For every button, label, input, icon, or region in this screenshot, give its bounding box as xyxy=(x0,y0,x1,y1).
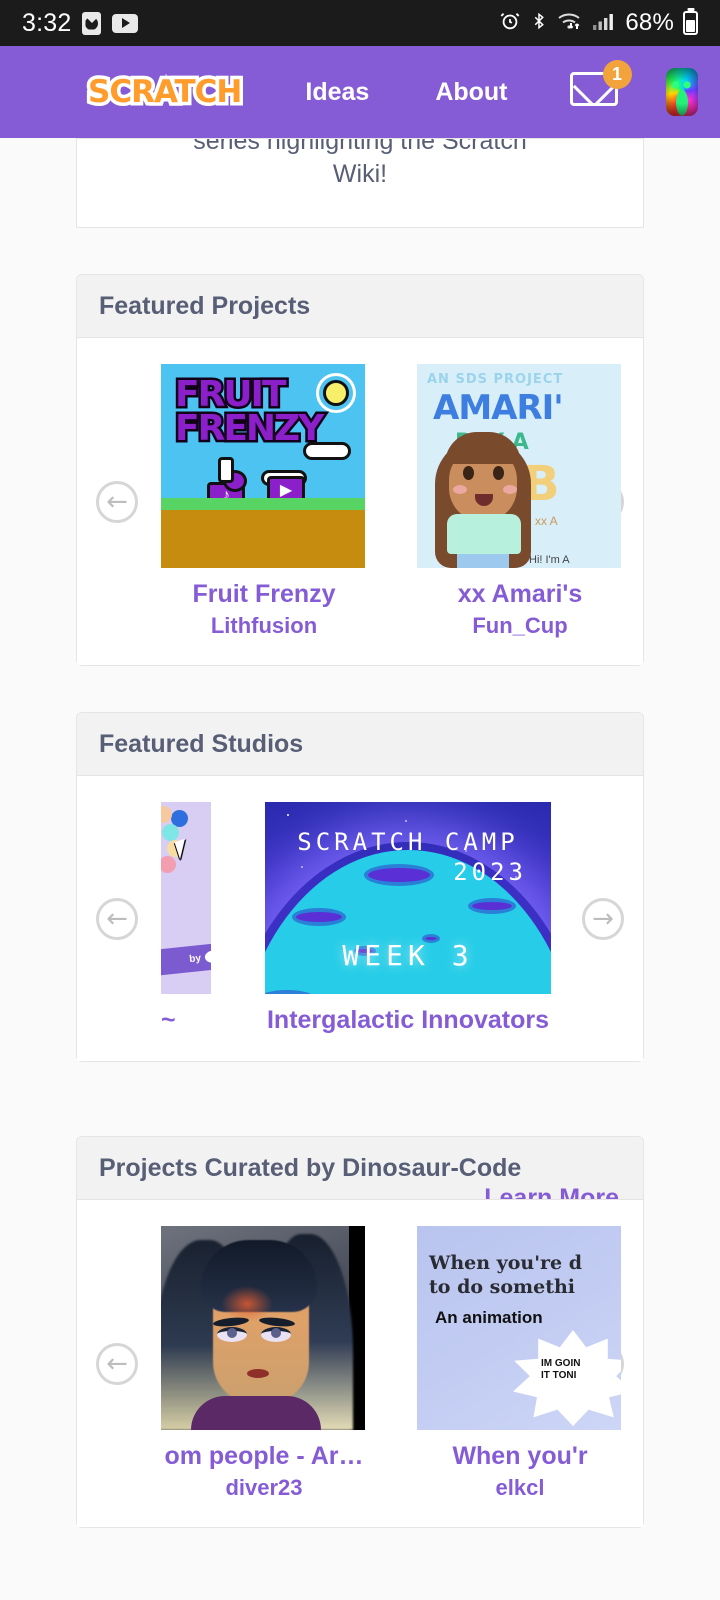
status-time: 3:32 xyxy=(22,8,72,37)
alarm-icon xyxy=(499,10,521,37)
thumb-signature: xx A xyxy=(535,514,558,528)
carousel-featured-studios[interactable]: ← → by ~ SCRATCH CAMP 2023 WEEK 3 Interg… xyxy=(77,776,643,1061)
project-title[interactable]: om people - Ar… xyxy=(161,1442,367,1471)
project-author[interactable]: Lithfusion xyxy=(161,613,367,639)
thumb-line: to do somethi xyxy=(429,1276,576,1298)
section-featured-studios: Featured Studios ← → by ~ SCRATCH CAMP 2… xyxy=(76,712,644,1062)
snail-icon xyxy=(218,457,247,492)
carousel-featured-projects[interactable]: ← → FRUIT FRENZY ♪ ▶ xyxy=(77,338,643,665)
project-thumbnail[interactable]: FRUIT FRENZY ♪ ▶ xyxy=(161,364,365,568)
section-header: Featured Projects xyxy=(77,275,643,338)
project-tile[interactable]: FRUIT FRENZY ♪ ▶ Fruit Frenzy Lithfusion xyxy=(161,364,367,639)
carousel-next-button[interactable]: → xyxy=(582,897,624,940)
banner-text: by xyxy=(188,952,202,965)
studio-thumbnail[interactable]: SCRATCH CAMP 2023 WEEK 3 xyxy=(265,802,551,994)
messages-count-badge: 1 xyxy=(602,60,632,89)
character-eye xyxy=(463,466,474,480)
page-title: Projects Curated by Dinosaur-Code xyxy=(99,1153,522,1182)
project-author[interactable]: Fun_Cup xyxy=(417,613,623,639)
project-title[interactable]: Fruit Frenzy xyxy=(161,580,367,609)
thumb-title: AMARI' xyxy=(433,388,564,428)
project-title[interactable]: xx Amari's xyxy=(417,580,623,609)
burst-text: IM GOIN IT TONI xyxy=(541,1358,581,1381)
nav-link-ideas[interactable]: Ideas xyxy=(305,78,369,107)
character-cheek xyxy=(453,485,467,494)
thumb-title: SCRATCH CAMP xyxy=(297,828,519,856)
carousel-prev-button[interactable]: ← xyxy=(96,897,138,940)
section-header: Projects Curated by Dinosaur-Code Learn … xyxy=(77,1137,643,1200)
project-title[interactable]: When you'r xyxy=(417,1442,623,1471)
studio-banner: by xyxy=(161,942,211,976)
scratch-camp-art: SCRATCH CAMP 2023 WEEK 3 xyxy=(265,802,551,994)
page-title: Featured Studios xyxy=(99,729,304,758)
avatar[interactable] xyxy=(665,68,698,116)
section-featured-projects: Featured Projects ← → FRUIT FRENZY xyxy=(76,274,644,666)
carousel-prev-button[interactable]: ← xyxy=(96,1342,138,1385)
character-eye xyxy=(493,466,504,480)
page-content[interactable]: series highlighting the Scratch Wiki! Fe… xyxy=(0,138,720,1600)
studio-title[interactable]: Intergalactic Innovators xyxy=(265,1006,551,1035)
studio-tile[interactable]: SCRATCH CAMP 2023 WEEK 3 Intergalactic I… xyxy=(265,802,551,1035)
thumb-line: When you're d xyxy=(429,1252,583,1274)
character-cheek xyxy=(503,485,517,494)
balloons-art: by xyxy=(161,802,211,994)
scratch-logo[interactable]: SCRATCH xyxy=(80,70,249,114)
section-body: ← → FRUIT FRENZY ♪ ▶ xyxy=(77,338,643,665)
sun-icon xyxy=(323,380,349,406)
page-title: Featured Projects xyxy=(99,291,311,320)
project-thumbnail[interactable] xyxy=(161,1226,365,1430)
bluetooth-icon xyxy=(530,10,548,37)
section-body: ← → by ~ SCRATCH CAMP 2023 WEEK 3 Interg… xyxy=(77,776,643,1061)
thumb-subtitle: AN SDS PROJECT xyxy=(427,372,564,387)
when-youre-art: When you're d to do somethi An animation… xyxy=(417,1226,621,1430)
studio-title[interactable]: ~ xyxy=(161,1006,211,1035)
battery-percent: 68% xyxy=(625,9,674,36)
project-author[interactable]: diver23 xyxy=(161,1475,367,1501)
clock-app-icon xyxy=(82,11,102,35)
learn-more-link[interactable]: Learn More xyxy=(484,1184,619,1199)
project-tile[interactable]: When you're d to do somethi An animation… xyxy=(417,1226,623,1501)
status-bar-right: 68% xyxy=(499,9,698,37)
section-header: Featured Studios xyxy=(77,713,643,776)
messages-button[interactable]: 1 xyxy=(569,60,632,112)
character-shirt xyxy=(447,514,521,554)
battery-icon xyxy=(683,11,698,35)
teaser-card[interactable]: series highlighting the Scratch Wiki! xyxy=(0,138,720,228)
section-body: ← → xyxy=(77,1200,643,1527)
project-thumbnail[interactable]: When you're d to do somethi An animation… xyxy=(417,1226,621,1430)
wifi-icon xyxy=(557,10,583,37)
youtube-icon xyxy=(112,13,139,33)
carousel-prev-button[interactable]: ← xyxy=(96,480,138,523)
site-header: SCRATCH Ideas About 1 xyxy=(0,46,720,138)
thumb-caption: Hi! I'm A xyxy=(529,554,570,566)
carousel-curated-projects[interactable]: ← → xyxy=(77,1200,643,1527)
thumb-title: FRUIT FRENZY xyxy=(172,374,326,449)
fruit-frenzy-art: FRUIT FRENZY ♪ ▶ xyxy=(161,364,365,568)
cloud-icon xyxy=(303,442,351,460)
banner-badge xyxy=(204,949,211,964)
project-tile[interactable]: AN SDS PROJECT AMARI' DAY A B xx A Hi! I… xyxy=(417,364,623,639)
teaser-text: series highlighting the Scratch Wiki! xyxy=(193,138,527,188)
thumb-year: 2023 xyxy=(453,858,527,886)
amari-art: AN SDS PROJECT AMARI' DAY A B xx A Hi! I… xyxy=(417,364,621,568)
ground-strip xyxy=(161,510,365,568)
nav-link-about[interactable]: About xyxy=(435,78,507,107)
status-bar-left: 3:32 xyxy=(22,8,139,38)
section-curated-projects: Projects Curated by Dinosaur-Code Learn … xyxy=(76,1136,644,1528)
balloon xyxy=(162,824,179,841)
project-tile[interactable]: om people - Ar… diver23 xyxy=(161,1226,367,1501)
signal-icon xyxy=(592,10,616,37)
status-bar: 3:32 68% xyxy=(0,0,720,46)
thumb-week: WEEK 3 xyxy=(342,939,474,972)
studio-thumbnail[interactable]: by xyxy=(161,802,211,994)
balloon xyxy=(161,856,176,873)
teaser-card-body: series highlighting the Scratch Wiki! xyxy=(76,138,644,228)
portrait-art xyxy=(161,1226,365,1430)
project-thumbnail[interactable]: AN SDS PROJECT AMARI' DAY A B xx A Hi! I… xyxy=(417,364,621,568)
thumb-subtitle: An animation xyxy=(435,1308,543,1327)
studio-tile[interactable]: by ~ xyxy=(161,802,211,1035)
project-author[interactable]: elkcl xyxy=(417,1475,623,1501)
